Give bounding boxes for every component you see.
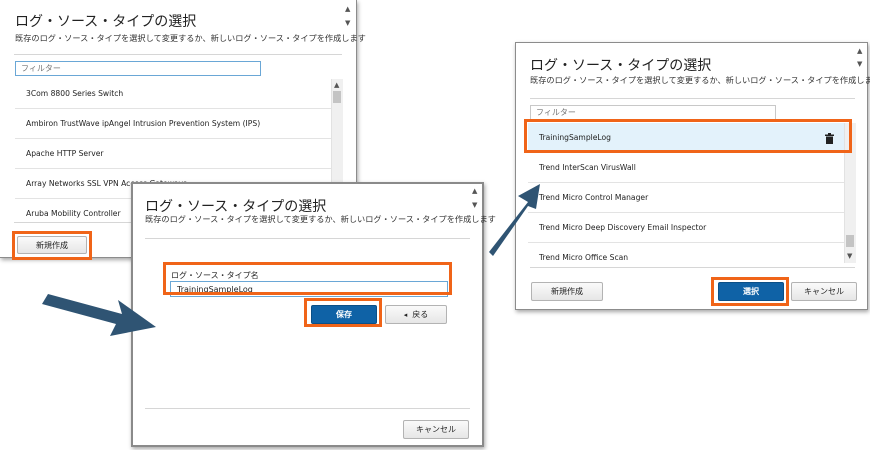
flow-arrow-icon xyxy=(489,184,540,256)
flow-arrows xyxy=(42,184,540,336)
flow-arrow-icon xyxy=(42,294,156,336)
